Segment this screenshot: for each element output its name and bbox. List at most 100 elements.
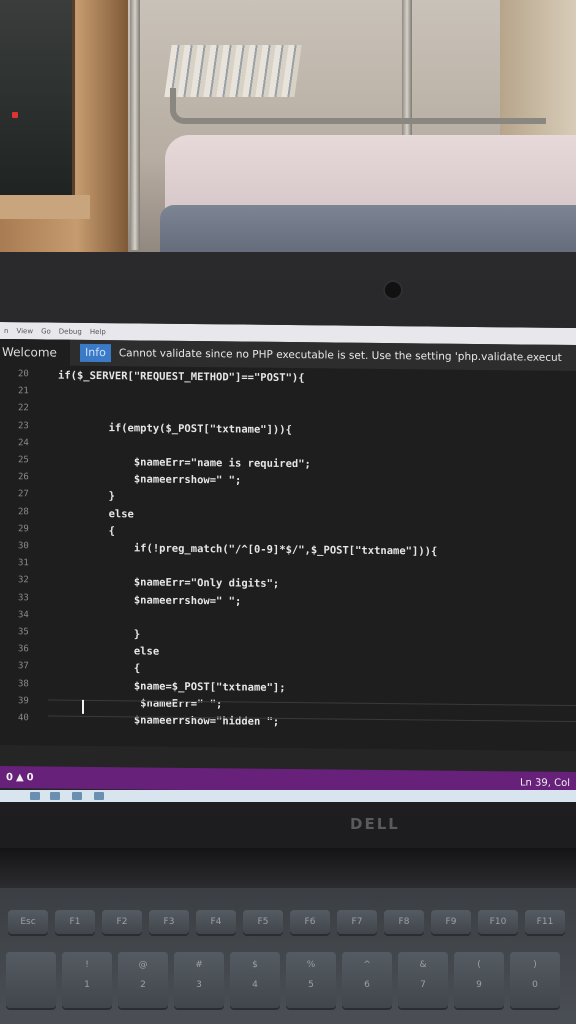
line-number: 40	[18, 713, 29, 724]
menu-item-go[interactable]: Go	[41, 327, 51, 335]
warning-count: 0	[26, 771, 34, 783]
dell-logo: DELL	[350, 815, 400, 833]
code-line[interactable]: if(empty($_POST["txtname"])){	[58, 421, 292, 437]
key-symbol: (	[477, 960, 481, 970]
line-number: 27	[18, 489, 29, 500]
rack-shelf	[170, 88, 546, 124]
code-line[interactable]: else	[58, 645, 159, 660]
warning-icon: ▲	[15, 771, 24, 783]
code-line[interactable]: }	[58, 490, 115, 505]
key-f11[interactable]: F11	[525, 910, 565, 934]
menu-item[interactable]: n	[4, 327, 8, 335]
line-number: 23	[18, 420, 29, 431]
taskbar-app-icon[interactable]	[50, 792, 60, 800]
key-symbol: %	[306, 960, 316, 970]
key-digit: 0	[532, 980, 538, 990]
webcam-icon	[383, 280, 403, 300]
key-number[interactable]: #3	[174, 952, 224, 1008]
key-digit: 2	[140, 980, 146, 990]
key-f3[interactable]: F3	[149, 910, 189, 934]
power-led	[12, 112, 18, 118]
key-number[interactable]: $4	[230, 952, 280, 1008]
key-symbol: $	[252, 960, 258, 970]
laptop-screen: n View Go Debug Help Welcome Info Cannot…	[0, 322, 576, 797]
key-digit: 4	[252, 980, 258, 990]
key-number[interactable]: & 7	[398, 952, 448, 1008]
key-f10[interactable]: F10	[478, 910, 518, 934]
key-symbol: ^	[363, 960, 371, 970]
taskbar-app-icon[interactable]	[30, 792, 40, 800]
line-number: 25	[18, 455, 29, 466]
taskbar	[0, 790, 576, 802]
line-number: 26	[18, 472, 29, 483]
cabinet-shelf	[0, 195, 90, 219]
key-number[interactable]: ! 1	[62, 952, 112, 1008]
key-digit: 9	[476, 980, 482, 990]
taskbar-app-icon[interactable]	[72, 792, 82, 800]
key-symbol: !	[85, 960, 89, 970]
code-line[interactable]: $nameerrshow=" ";	[58, 473, 241, 489]
key-f4[interactable]: F4	[196, 910, 236, 934]
code-area[interactable]: if($_SERVER["REQUEST_METHOD"]=="POST"){ …	[48, 366, 576, 752]
code-line[interactable]: $nameErr="Only digits";	[58, 576, 279, 592]
line-number: 20	[18, 369, 29, 380]
room-background	[0, 0, 576, 262]
rack-post-left	[130, 0, 140, 250]
line-number: 35	[18, 627, 29, 638]
key-number[interactable]: (9	[454, 952, 504, 1008]
key-symbol: #	[195, 960, 203, 970]
notification-message: Cannot validate since no PHP executable …	[118, 347, 562, 364]
keyboard: Esc F1 F2 F3 F4 F5 F6 F7 F8 F9 F10 F11! 1 @2 #3 $4% 5 ^ 6 &…	[0, 888, 576, 1024]
key-digit: 1	[84, 980, 90, 990]
key-f1[interactable]: F1	[55, 910, 95, 934]
key-number[interactable]: % 5	[286, 952, 336, 1008]
line-number: 21	[18, 386, 29, 397]
key-number[interactable]: ) 0	[510, 952, 560, 1008]
key-digit: 5	[308, 980, 314, 990]
code-line[interactable]: $nameErr="name is required";	[58, 456, 311, 473]
key-digit: 6	[364, 980, 370, 990]
code-line[interactable]: $name=$_POST["txtname"];	[58, 679, 286, 695]
code-line[interactable]: {	[58, 662, 140, 677]
key-f9[interactable]: F9	[431, 910, 471, 934]
key-f5[interactable]: F5	[243, 910, 283, 934]
line-number: 33	[18, 592, 29, 603]
line-number: 32	[18, 575, 29, 586]
key-number[interactable]: @2	[118, 952, 168, 1008]
key-f2[interactable]: F2	[102, 910, 142, 934]
code-line[interactable]: else	[58, 507, 134, 522]
code-line[interactable]: $nameerrshow=" ";	[58, 593, 241, 609]
line-number: 30	[18, 541, 29, 552]
menu-item-view[interactable]: View	[16, 327, 33, 335]
key-symbol: &	[419, 960, 427, 970]
code-line[interactable]: if($_SERVER["REQUEST_METHOD"]=="POST"){	[58, 370, 305, 387]
line-number: 31	[18, 558, 29, 569]
line-number: 22	[18, 403, 29, 414]
key-digit: 3	[196, 980, 202, 990]
info-badge: Info	[80, 343, 111, 363]
line-number: 36	[18, 644, 29, 655]
key-esc[interactable]: Esc	[8, 910, 48, 934]
key-number[interactable]: ^ 6	[342, 952, 392, 1008]
line-number-gutter: 20 21 22 23 24 25 26 27 28 29 30 31 32 33 34 35 36 37 38 39…	[0, 365, 48, 746]
key-f7[interactable]: F7	[337, 910, 377, 934]
key-f8[interactable]: F8	[384, 910, 424, 934]
error-count: 0	[6, 771, 13, 783]
code-editor[interactable]: 20 21 22 23 24 25 26 27 28 29 30 31 32 33 34 35 36 37 38 39…	[0, 365, 576, 752]
problems-indicator[interactable]: 0 ▲ 0	[6, 772, 34, 783]
code-line[interactable]: {	[58, 524, 115, 539]
laptop-hinge	[0, 848, 576, 888]
key-number[interactable]	[6, 952, 56, 1008]
taskbar-app-icon[interactable]	[94, 792, 104, 800]
code-line[interactable]: }	[58, 628, 140, 643]
line-number: 34	[18, 609, 29, 621]
menu-item-help[interactable]: Help	[90, 327, 106, 335]
tab-welcome[interactable]: Welcome	[0, 339, 70, 366]
menu-item-debug[interactable]: Debug	[59, 327, 82, 335]
key-digit: 7	[420, 980, 426, 990]
key-f6[interactable]: F6	[290, 910, 330, 934]
code-line[interactable]: if(!preg_match("/^[0-9]*$/",$_POST["txtn…	[58, 542, 437, 560]
line-number: 38	[18, 678, 29, 689]
cursor-position[interactable]: Ln 39, Col	[520, 777, 570, 789]
key-symbol: @	[138, 960, 148, 970]
